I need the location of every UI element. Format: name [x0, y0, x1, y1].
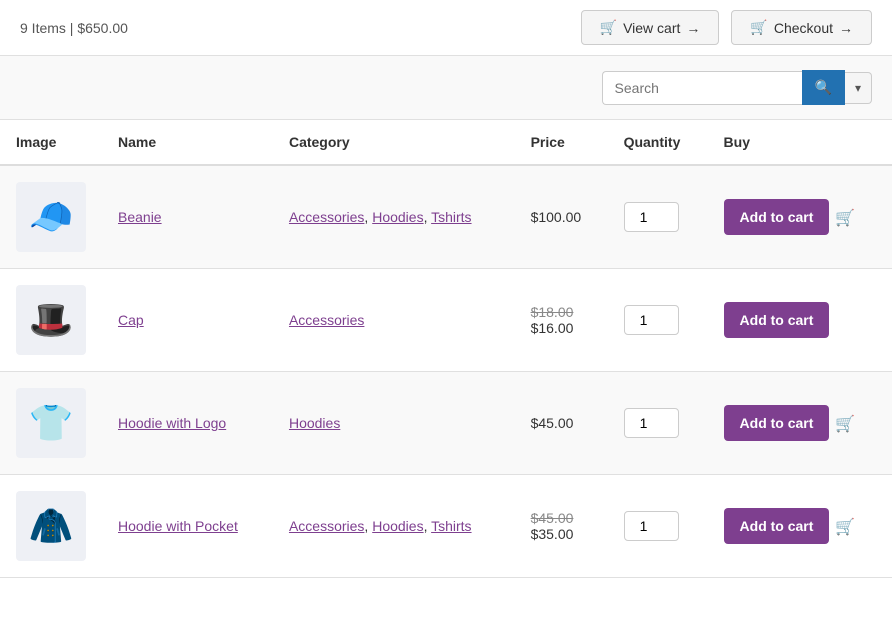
product-image-cell: 🧥: [0, 475, 102, 578]
view-cart-button[interactable]: 🛒 View cart →: [581, 10, 720, 45]
product-category-cell: Accessories: [273, 269, 515, 372]
product-category-cell: Accessories, Hoodies, Tshirts: [273, 165, 515, 269]
category-link[interactable]: Tshirts: [431, 209, 471, 225]
items-count: 9 Items | $650.00: [20, 20, 128, 36]
cart-icon: 🛒: [600, 19, 617, 36]
product-image-cell: 🧢: [0, 165, 102, 269]
table-row: 👕 Hoodie with Logo Hoodies $45.00 Add to car…: [0, 372, 892, 475]
product-price-cell: $18.00$16.00: [515, 269, 608, 372]
search-icon: 🔍: [815, 79, 832, 95]
col-category: Category: [273, 120, 515, 165]
col-price: Price: [515, 120, 608, 165]
product-category-cell: Accessories, Hoodies, Tshirts: [273, 475, 515, 578]
price-original: $18.00: [531, 304, 592, 320]
category-link[interactable]: Tshirts: [431, 518, 471, 534]
add-to-cart-button[interactable]: Add to cart: [724, 302, 830, 338]
product-price-cell: $100.00: [515, 165, 608, 269]
product-quantity-cell: [608, 269, 708, 372]
price-current: $16.00: [531, 320, 592, 336]
product-name-link[interactable]: Hoodie with Logo: [118, 415, 226, 431]
search-input[interactable]: [602, 71, 802, 105]
search-button[interactable]: 🔍: [802, 70, 845, 105]
product-price-cell: $45.00: [515, 372, 608, 475]
product-image-cell: 🎩: [0, 269, 102, 372]
category-link[interactable]: Hoodies: [289, 415, 340, 431]
product-quantity-cell: [608, 165, 708, 269]
cart-icon-after: 🛒: [835, 414, 855, 434]
view-cart-label: View cart: [623, 20, 680, 36]
product-name-cell: Beanie: [102, 165, 273, 269]
quantity-input[interactable]: [624, 305, 679, 335]
product-name-cell: Hoodie with Pocket: [102, 475, 273, 578]
table-row: 🎩 Cap Accessories $18.00$16.00 Add to cart: [0, 269, 892, 372]
col-buy: Buy: [708, 120, 892, 165]
product-image: 👕: [16, 388, 86, 458]
product-name-cell: Hoodie with Logo: [102, 372, 273, 475]
checkout-button[interactable]: 🛒 Checkout →: [731, 10, 872, 45]
search-dropdown-button[interactable]: ▾: [845, 72, 872, 104]
cart-icon-after: 🛒: [835, 208, 855, 228]
product-image-cell: 👕: [0, 372, 102, 475]
col-image: Image: [0, 120, 102, 165]
category-link[interactable]: Accessories: [289, 518, 364, 534]
add-to-cart-button[interactable]: Add to cart: [724, 508, 830, 544]
product-buy-cell: Add to cart: [708, 269, 892, 372]
product-name-link[interactable]: Beanie: [118, 209, 162, 225]
product-quantity-cell: [608, 475, 708, 578]
price-current: $45.00: [531, 415, 592, 431]
product-buy-cell: Add to cart🛒: [708, 475, 892, 578]
checkout-arrow: →: [839, 20, 853, 36]
cart-icon-after: 🛒: [835, 517, 855, 537]
checkout-icon: 🛒: [750, 19, 767, 36]
table-row: 🧥 Hoodie with Pocket Accessories, Hoodies,…: [0, 475, 892, 578]
price-current: $100.00: [531, 209, 592, 225]
table-row: 🧢 Beanie Accessories, Hoodies, Tshirts $100…: [0, 165, 892, 269]
product-name-link[interactable]: Cap: [118, 312, 144, 328]
category-link[interactable]: Accessories: [289, 209, 364, 225]
category-link[interactable]: Accessories: [289, 312, 364, 328]
quantity-input[interactable]: [624, 202, 679, 232]
product-name-cell: Cap: [102, 269, 273, 372]
product-image: 🧥: [16, 491, 86, 561]
product-quantity-cell: [608, 372, 708, 475]
product-buy-cell: Add to cart🛒: [708, 372, 892, 475]
view-cart-arrow: →: [686, 20, 700, 36]
category-link[interactable]: Hoodies: [372, 209, 423, 225]
add-to-cart-button[interactable]: Add to cart: [724, 405, 830, 441]
table-header-row: Image Name Category Price Quantity Buy: [0, 120, 892, 165]
price-current: $35.00: [531, 526, 592, 542]
product-buy-cell: Add to cart🛒: [708, 165, 892, 269]
quantity-input[interactable]: [624, 511, 679, 541]
product-image: 🎩: [16, 285, 86, 355]
product-category-cell: Hoodies: [273, 372, 515, 475]
product-name-link[interactable]: Hoodie with Pocket: [118, 518, 238, 534]
product-table: Image Name Category Price Quantity Buy 🧢…: [0, 120, 892, 578]
quantity-input[interactable]: [624, 408, 679, 438]
add-to-cart-button[interactable]: Add to cart: [724, 199, 830, 235]
col-quantity: Quantity: [608, 120, 708, 165]
price-original: $45.00: [531, 510, 592, 526]
search-bar: 🔍 ▾: [0, 56, 892, 120]
header-bar: 9 Items | $650.00 🛒 View cart → 🛒 Checko…: [0, 0, 892, 56]
product-image: 🧢: [16, 182, 86, 252]
chevron-down-icon: ▾: [855, 81, 861, 95]
category-link[interactable]: Hoodies: [372, 518, 423, 534]
checkout-label: Checkout: [774, 20, 833, 36]
col-name: Name: [102, 120, 273, 165]
product-price-cell: $45.00$35.00: [515, 475, 608, 578]
